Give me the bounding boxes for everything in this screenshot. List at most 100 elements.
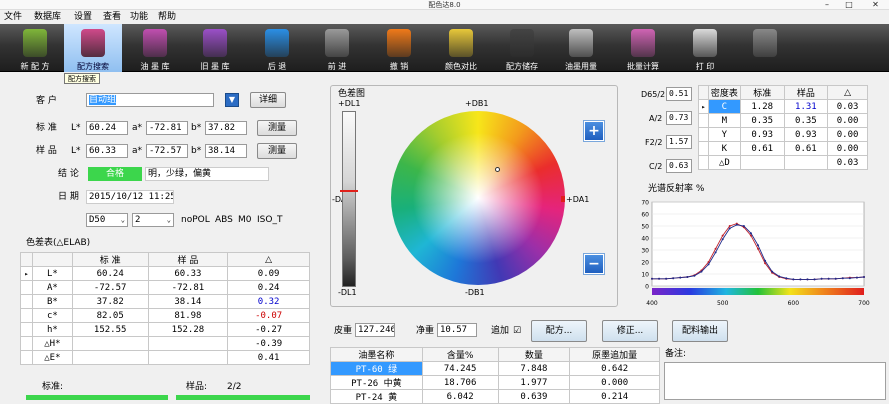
density-cell-mark xyxy=(698,155,709,170)
toolbar-button-7[interactable]: 撤 销 xyxy=(370,24,428,72)
diff-row[interactable]: △E* 0.41 xyxy=(20,350,310,365)
density-cell-ch: △D xyxy=(707,155,741,170)
toolbar-button-2[interactable]: 配方搜索 xyxy=(64,24,122,72)
minimize-icon[interactable]: – xyxy=(818,0,836,10)
density-row[interactable]: △D 0.03 xyxy=(698,155,868,170)
smp-b-field[interactable]: 38.14 xyxy=(205,144,247,158)
toolbar-label: 前 进 xyxy=(327,62,347,71)
tooltip: 配方搜索 xyxy=(64,73,100,84)
density-cell-mark xyxy=(698,141,709,156)
ink-row[interactable]: PT-24 黄 6.042 0.639 0.214 xyxy=(330,389,660,404)
toolbar-button-11[interactable]: 批量计算 xyxy=(614,24,672,72)
illuminant-select[interactable]: D50 ⌄ xyxy=(86,213,128,227)
density-cell-smp: 0.93 xyxy=(783,127,829,142)
diff-cell-std: 37.82 xyxy=(71,294,149,309)
diff-row[interactable]: A* -72.57 -72.81 0.24 xyxy=(20,280,310,295)
toolbar-button-5[interactable]: 后 退 xyxy=(248,24,306,72)
density-row[interactable]: K 0.61 0.61 0.00 xyxy=(698,141,868,156)
ink-row[interactable]: PT-60 绿 74.245 7.848 0.642 xyxy=(330,361,660,376)
c2-label: C/2 xyxy=(649,162,663,171)
density-cell-d: 0.00 xyxy=(827,141,868,156)
observer-select[interactable]: 2 ⌄ xyxy=(132,213,174,227)
standard-label: 标 准 xyxy=(36,123,57,133)
std-l-field[interactable]: 60.24 xyxy=(86,121,128,135)
toolbar-label: 旧 墨 库 xyxy=(200,62,230,71)
smp-color-swatch xyxy=(176,395,310,400)
add-label: 追加 xyxy=(491,326,510,336)
customer-dropdown-icon[interactable]: ▼ xyxy=(225,93,239,107)
diff-cell-smp xyxy=(147,336,229,351)
spectral-point xyxy=(651,277,653,280)
toolbar-button-9[interactable]: 配方储存 xyxy=(493,24,551,72)
smp-l-field[interactable]: 60.33 xyxy=(86,144,128,158)
diff-cell-d: 0.41 xyxy=(227,350,310,365)
diff-cell-smp: 152.28 xyxy=(147,322,229,337)
toolbar-button-12[interactable]: 打 印 xyxy=(676,24,734,72)
diff-col-std: 标 准 xyxy=(71,252,149,267)
spectral-point xyxy=(827,277,830,280)
db1-top-label: +DB1 xyxy=(465,99,489,108)
std-b-field[interactable]: 37.82 xyxy=(205,121,247,135)
dens-col-std: 标准 xyxy=(739,85,785,100)
toolbar-button-8[interactable]: 颜色对比 xyxy=(432,24,490,72)
toolbar-label: 新 配 方 xyxy=(20,62,50,71)
diff-cell-name: △E* xyxy=(31,350,73,365)
notes-area[interactable] xyxy=(664,362,886,400)
density-row[interactable]: ▸ C 1.28 1.31 0.03 xyxy=(698,99,868,114)
customer-input[interactable]: 自动组 xyxy=(86,93,214,107)
correct-button[interactable]: 修正... xyxy=(602,320,658,342)
toolbar-button-1[interactable]: 新 配 方 xyxy=(6,24,64,72)
add-checkbox[interactable]: ☑ xyxy=(513,324,521,338)
density-row[interactable]: Y 0.93 0.93 0.00 xyxy=(698,127,868,142)
skin-field[interactable]: 127.246 xyxy=(355,323,395,337)
diff-cell-name: A* xyxy=(31,280,73,295)
density-row[interactable]: M 0.35 0.35 0.00 xyxy=(698,113,868,128)
zoom-out-button[interactable]: − xyxy=(583,253,605,275)
chart-y-tick: 50 xyxy=(641,224,649,231)
menu-database[interactable]: 数据库 xyxy=(34,10,61,24)
customer-detail-button[interactable]: 详细 xyxy=(250,92,286,108)
diff-cell-d: -0.39 xyxy=(227,336,310,351)
std-a-field[interactable]: -72.81 xyxy=(146,121,188,135)
diff-row[interactable]: B* 37.82 38.14 0.32 xyxy=(20,294,310,309)
diff-row[interactable]: ▸ L* 60.24 60.33 0.09 xyxy=(20,266,310,281)
recipe-button[interactable]: 配方... xyxy=(531,320,587,342)
density-table: 密度表 标准 样品 △ ▸ C 1.28 1.31 0.03 M 0.35 0.35 0.00 Y… xyxy=(698,85,868,170)
smp-a-field[interactable]: -72.57 xyxy=(146,144,188,158)
density-cell-mark xyxy=(698,113,709,128)
diff-row[interactable]: h* 152.55 152.28 -0.27 xyxy=(20,322,310,337)
spectral-chart: 70 60 50 40 30 20 10 0 400 500 600 700 xyxy=(641,200,870,308)
toolbar-button-6[interactable]: 前 进 xyxy=(308,24,366,72)
toolbar-button-4[interactable]: 旧 墨 库 xyxy=(186,24,244,72)
ink-row[interactable]: PT-26 中黄 18.706 1.977 0.000 xyxy=(330,375,660,390)
spectral-point xyxy=(714,247,717,250)
toolbar-label: 油 墨 库 xyxy=(140,62,170,71)
toolbar-button-13[interactable] xyxy=(736,24,794,72)
menu-settings[interactable]: 设置 xyxy=(74,10,92,24)
toolbar-button-10[interactable]: 油墨用量 xyxy=(552,24,610,72)
undo-icon xyxy=(387,29,411,57)
diff-row[interactable]: △H* -0.39 xyxy=(20,336,310,351)
menu-help[interactable]: 帮助 xyxy=(158,10,176,24)
diff-cell-smp: 81.98 xyxy=(147,308,229,323)
smp-measure-button[interactable]: 测量 xyxy=(257,143,297,159)
menu-function[interactable]: 功能 xyxy=(130,10,148,24)
diff-cell-mark xyxy=(20,308,33,323)
density-cell-ch: Y xyxy=(707,127,741,142)
density-cell-smp: 1.31 xyxy=(783,99,829,114)
export-button[interactable]: 配料输出 xyxy=(672,320,728,342)
diff-cell-mark xyxy=(20,336,33,351)
density-cell-ch: K xyxy=(707,141,741,156)
menu-view[interactable]: 查看 xyxy=(103,10,121,24)
toolbar-button-3[interactable]: 油 墨 库 xyxy=(126,24,184,72)
close-icon[interactable]: ✕ xyxy=(862,0,889,10)
diff-row[interactable]: c* 82.05 81.98 -0.07 xyxy=(20,308,310,323)
net-field[interactable]: 10.57 xyxy=(437,323,477,337)
menu-file[interactable]: 文件 xyxy=(4,10,22,24)
ink-cell-add: 0.642 xyxy=(569,361,660,376)
std-measure-button[interactable]: 测量 xyxy=(257,120,297,136)
ink-col-pct: 含量% xyxy=(421,347,499,362)
maximize-icon[interactable]: □ xyxy=(840,0,858,10)
customer-label: 客 户 xyxy=(36,96,57,106)
zoom-in-button[interactable]: + xyxy=(583,120,605,142)
